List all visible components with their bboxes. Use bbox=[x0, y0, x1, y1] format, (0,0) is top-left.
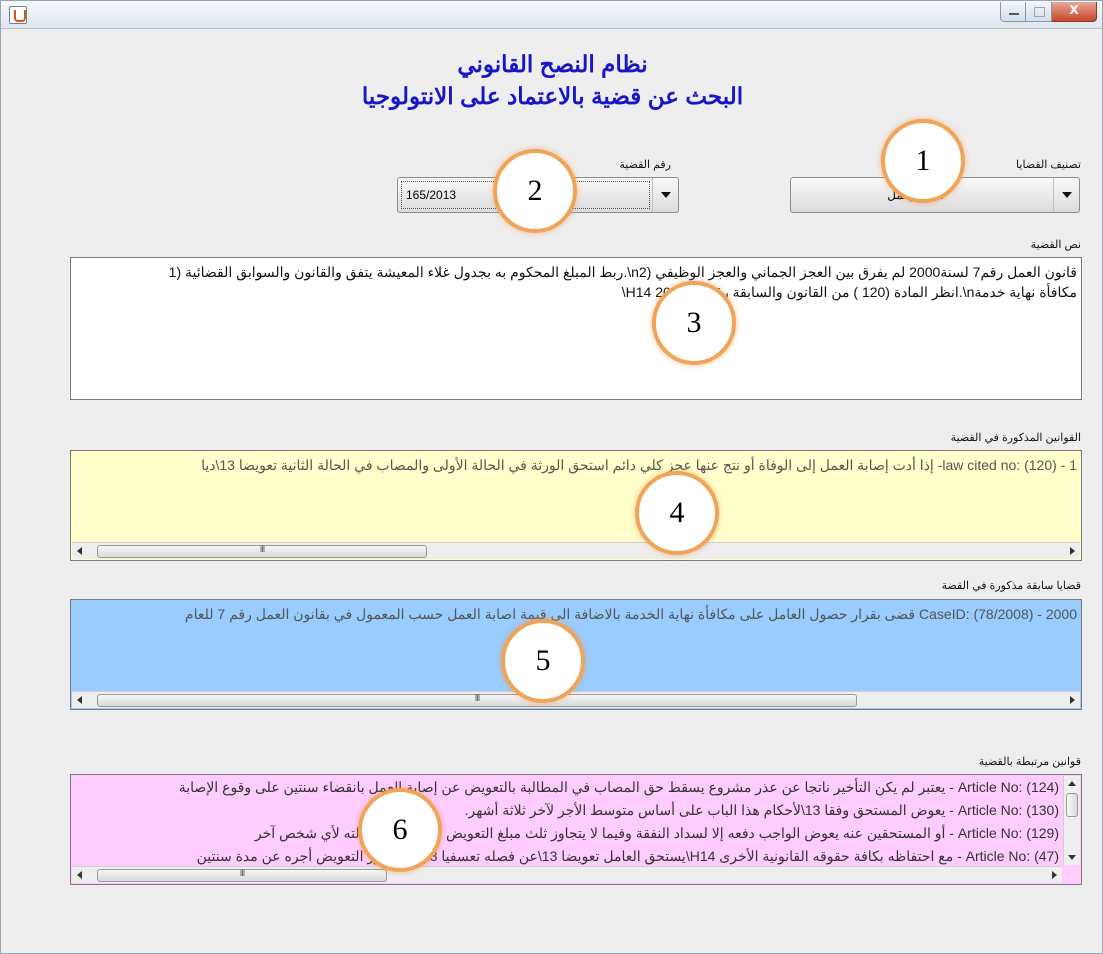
chevron-down-icon[interactable] bbox=[652, 178, 678, 212]
scroll-thumb[interactable] bbox=[1066, 793, 1078, 817]
related-laws-content: Article No: (124) - يعتبر لم يكن التأخير… bbox=[75, 776, 1059, 868]
horizontal-scrollbar[interactable] bbox=[72, 866, 1062, 883]
laws-cited-area[interactable]: law cited no: (120) - 1- إذا أدت إصابة ا… bbox=[70, 450, 1082, 561]
page-title: نظام النصح القانوني bbox=[457, 51, 648, 77]
list-item: Article No: (47) - مع احتفاظه بكافة حقوق… bbox=[196, 848, 1059, 864]
laws-cited-content: law cited no: (120) - 1- إذا أدت إصابة ا… bbox=[201, 457, 1077, 473]
close-button[interactable] bbox=[1052, 2, 1097, 22]
callout-5: 5 bbox=[501, 619, 585, 703]
laws-cited-label: القوانين المذكورة في القضية bbox=[950, 432, 1081, 444]
scroll-up-icon[interactable] bbox=[1068, 781, 1076, 786]
case-text-label: نص القضية bbox=[1030, 239, 1081, 251]
list-item: Article No: (124) - يعتبر لم يكن التأخير… bbox=[178, 779, 1059, 795]
chevron-down-icon[interactable] bbox=[1053, 178, 1079, 212]
scroll-thumb[interactable] bbox=[97, 868, 387, 882]
window-controls bbox=[1000, 2, 1097, 22]
java-cup-icon[interactable] bbox=[9, 6, 27, 24]
scroll-down-icon[interactable] bbox=[1068, 855, 1076, 860]
callout-1: 1 bbox=[881, 119, 965, 203]
previous-cases-label: قضايا سابقة مذكورة في القضة bbox=[941, 580, 1081, 592]
minimize-button[interactable] bbox=[1000, 2, 1026, 22]
case-number-label: رقم القضية bbox=[619, 159, 671, 171]
scroll-right-icon[interactable] bbox=[1070, 696, 1075, 704]
related-laws-area[interactable]: Article No: (124) - يعتبر لم يكن التأخير… bbox=[70, 774, 1082, 885]
list-item: Article No: (130) - يعوض المستحق وفقا 13… bbox=[464, 802, 1059, 818]
list-item: Article No: (129) - أو المستحقين عنه يعو… bbox=[254, 825, 1059, 841]
previous-cases-content: CaseID: (78/2008) - 2000 قضى بقرار حصول … bbox=[184, 606, 1077, 622]
page-subtitle: البحث عن قضية بالاعتماد على الانتولوجيا bbox=[361, 83, 744, 109]
app-window: نظام النصح القانوني البحث عن قضية بالاعت… bbox=[0, 0, 1103, 954]
callout-2: 2 bbox=[493, 149, 577, 233]
case-number-value: 165/2013 bbox=[406, 188, 457, 202]
scroll-thumb[interactable] bbox=[97, 693, 857, 707]
case-text-content: قانون العمل رقم7 لسنة2000 لم يفرق بين ال… bbox=[75, 262, 1077, 302]
horizontal-scrollbar[interactable] bbox=[72, 691, 1080, 708]
maximize-button[interactable] bbox=[1026, 2, 1052, 22]
scroll-right-icon[interactable] bbox=[1070, 547, 1075, 555]
scroll-left-icon[interactable] bbox=[77, 871, 82, 879]
horizontal-scrollbar[interactable] bbox=[72, 542, 1080, 559]
category-label: تصنيف القضايا bbox=[1016, 159, 1081, 171]
title-bar bbox=[1, 1, 1102, 29]
case-text-line: مكافأة نهاية خدمةn\.انظر المادة (120 ) م… bbox=[621, 284, 1077, 300]
callout-4: 4 bbox=[635, 471, 719, 555]
callout-3: 3 bbox=[652, 281, 736, 365]
related-laws-label: قوانين مرتبطة بالقضية bbox=[978, 756, 1081, 768]
scroll-left-icon[interactable] bbox=[77, 547, 82, 555]
case-text-line: قانون العمل رقم7 لسنة2000 لم يفرق بين ال… bbox=[168, 264, 1077, 280]
vertical-scrollbar[interactable] bbox=[1063, 776, 1080, 865]
case-text-area[interactable]: قانون العمل رقم7 لسنة2000 لم يفرق بين ال… bbox=[70, 257, 1082, 400]
scroll-thumb[interactable] bbox=[97, 544, 427, 558]
callout-6: 6 bbox=[358, 788, 442, 872]
scroll-right-icon[interactable] bbox=[1052, 871, 1057, 879]
scroll-left-icon[interactable] bbox=[77, 696, 82, 704]
